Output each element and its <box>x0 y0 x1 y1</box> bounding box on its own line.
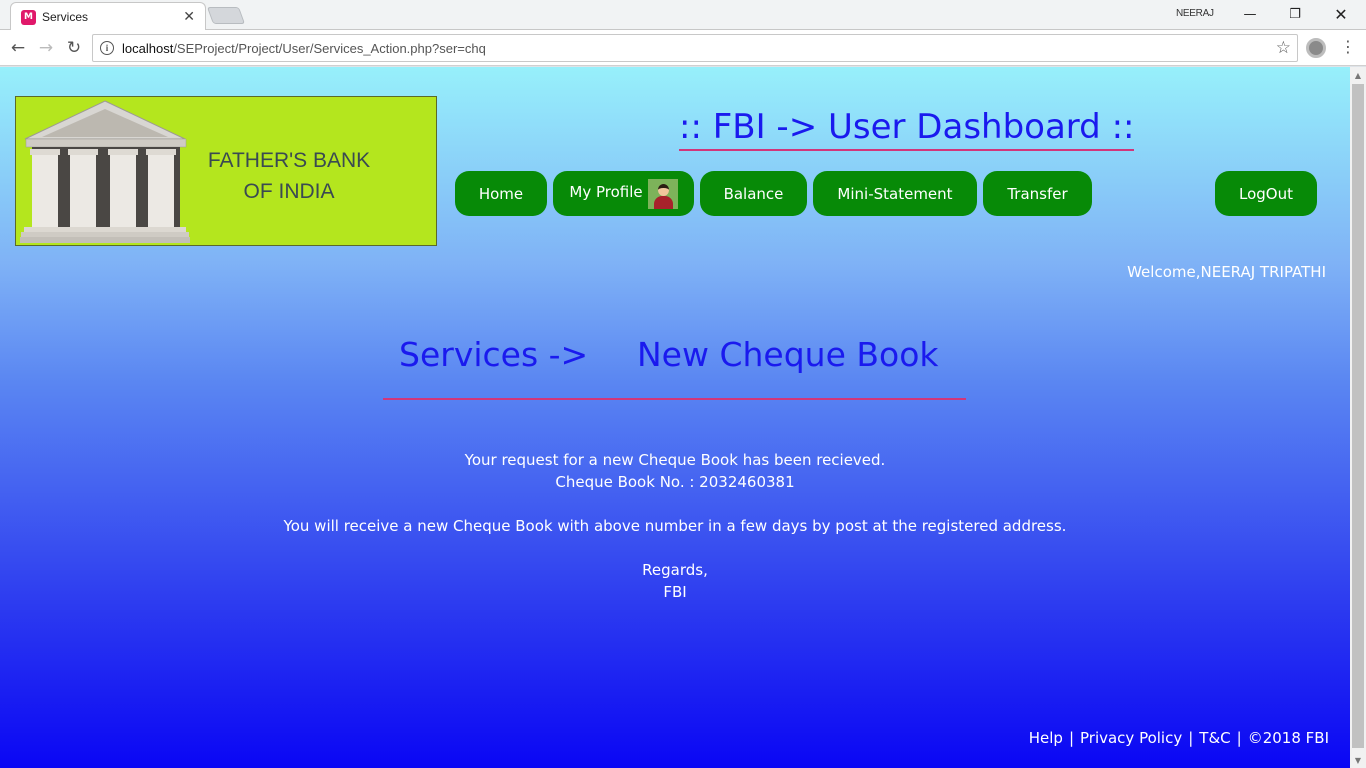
restore-icon[interactable]: ❐ <box>1275 3 1315 25</box>
footer-separator: | <box>1188 729 1194 747</box>
help-link[interactable]: Help <box>1029 729 1063 747</box>
address-bar[interactable]: i localhost/SEProject/Project/User/Servi… <box>92 34 1298 62</box>
browser-profile-name[interactable]: NEERAJ <box>1176 8 1214 19</box>
url-text[interactable]: localhost/SEProject/Project/User/Service… <box>122 41 1276 56</box>
avatar <box>647 178 678 209</box>
welcome-message: Welcome,NEERAJ TRIPATHI <box>1127 263 1326 281</box>
cheque-book-number: Cheque Book No. : 2032460381 <box>555 473 795 491</box>
delivery-info-text: You will receive a new Cheque Book with … <box>283 517 1067 535</box>
services-breadcrumb: Services -> <box>399 335 589 374</box>
copyright-text: ©2018 FBI <box>1247 729 1329 747</box>
bank-name: FATHER'S BANK OF INDIA <box>176 145 402 207</box>
browser-toolbar: ← → ↻ i localhost/SEProject/Project/User… <box>0 30 1366 66</box>
site-favicon-icon: M <box>21 9 36 25</box>
site-info-icon[interactable]: i <box>100 41 114 55</box>
dashboard-title: :: FBI -> User Dashboard :: <box>679 105 1135 151</box>
scroll-down-arrow-icon[interactable]: ▼ <box>1350 752 1366 768</box>
footer-separator: | <box>1068 729 1074 747</box>
browser-tab-services[interactable]: M Services ✕ <box>10 2 206 31</box>
forward-arrow-icon[interactable]: → <box>35 38 57 58</box>
tab-close-icon[interactable]: ✕ <box>183 9 195 25</box>
privacy-policy-link[interactable]: Privacy Policy <box>1080 729 1182 747</box>
mini-statement-button[interactable]: Mini-Statement <box>813 171 977 216</box>
my-profile-button[interactable]: My Profile <box>553 171 694 216</box>
minimize-icon[interactable]: — <box>1230 3 1270 25</box>
tab-title: Services <box>42 10 89 24</box>
url-host: localhost <box>122 40 174 56</box>
scrollbar-thumb[interactable] <box>1352 84 1364 748</box>
bookmark-star-icon[interactable]: ☆ <box>1276 38 1291 58</box>
page-viewport: FATHER'S BANK OF INDIA :: FBI -> User Da… <box>0 67 1350 768</box>
new-tab-button[interactable] <box>206 7 246 24</box>
back-arrow-icon[interactable]: ← <box>7 38 29 58</box>
regards-text: Regards, <box>642 561 708 579</box>
browser-menu-icon[interactable]: ⋮ <box>1340 37 1356 56</box>
reload-icon[interactable]: ↻ <box>63 38 85 58</box>
footer-separator: | <box>1236 729 1242 747</box>
bank-name-line2: OF INDIA <box>243 180 335 203</box>
bank-temple-icon <box>20 100 190 243</box>
mini-statement-button-label: Mini-Statement <box>837 184 953 203</box>
my-profile-button-label: My Profile <box>569 182 643 201</box>
page-title: New Cheque Book <box>637 335 939 374</box>
url-path: /SEProject/Project/User/Services_Action.… <box>173 40 486 56</box>
close-window-icon[interactable]: ✕ <box>1321 3 1361 25</box>
bank-logo: FATHER'S BANK OF INDIA <box>15 96 437 246</box>
browser-titlebar: M Services ✕ NEERAJ — ❐ ✕ <box>0 0 1366 31</box>
home-button-label: Home <box>478 184 524 203</box>
transfer-button-label: Transfer <box>1007 184 1068 203</box>
balance-button[interactable]: Balance <box>700 171 807 216</box>
terms-link[interactable]: T&C <box>1199 729 1230 747</box>
scroll-up-arrow-icon[interactable]: ▲ <box>1350 67 1366 83</box>
request-received-text: Your request for a new Cheque Book has b… <box>464 451 886 469</box>
home-button[interactable]: Home <box>455 171 547 216</box>
balance-button-label: Balance <box>723 184 784 203</box>
signature-text: FBI <box>663 583 687 601</box>
logout-button-label: LogOut <box>1239 184 1293 203</box>
footer: Help | Privacy Policy | T&C | ©2018 FBI <box>1029 729 1329 747</box>
bank-name-line1: FATHER'S BANK <box>207 149 371 172</box>
services-heading: Services -> New Cheque Book <box>383 331 966 400</box>
logout-button[interactable]: LogOut <box>1215 171 1317 216</box>
page-scrollbar[interactable]: ▲ ▼ <box>1350 67 1366 768</box>
extension-icon[interactable] <box>1306 38 1326 58</box>
transfer-button[interactable]: Transfer <box>983 171 1092 216</box>
